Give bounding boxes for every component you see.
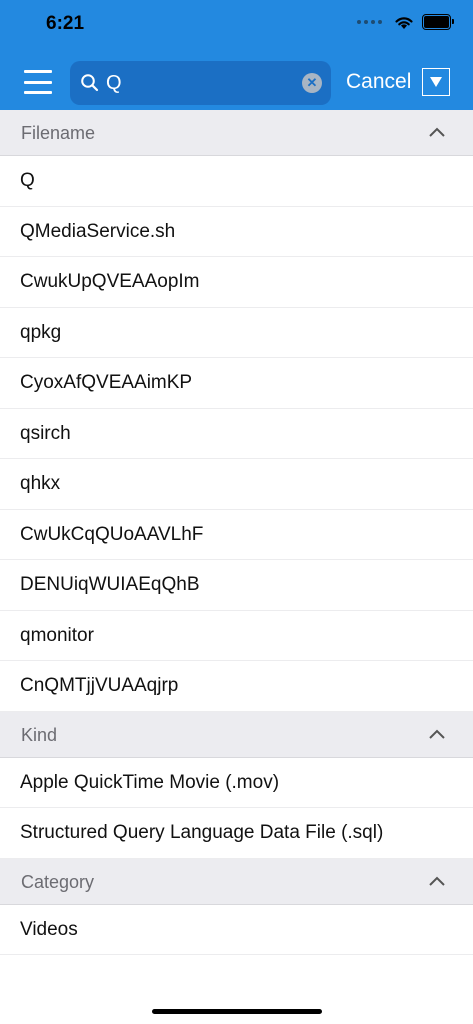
search-field[interactable]: ✕: [70, 61, 331, 105]
list-item[interactable]: CwukUpQVEAAopIm: [0, 257, 473, 308]
chevron-up-icon: [429, 729, 445, 739]
list-item-label: CwUkCqQUoAAVLhF: [20, 523, 204, 545]
hamburger-menu-button[interactable]: [24, 70, 52, 94]
top-bar: 6:21 ✕ Cancel: [0, 0, 473, 110]
list-item[interactable]: QMediaService.sh: [0, 206, 473, 257]
section-header-category[interactable]: Category: [0, 858, 473, 905]
section-header-filename[interactable]: Filename: [0, 110, 473, 156]
list-item-label: CyoxAfQVEAAimKP: [20, 372, 193, 393]
list-item-label: Structured Query Language Data File (.sq…: [20, 822, 384, 843]
section-title: Category: [21, 871, 95, 892]
filter-dropdown-button[interactable]: [422, 68, 450, 96]
cellular-signal-icon: [357, 20, 382, 24]
battery-icon: [422, 14, 454, 30]
list-item-label: qpkg: [20, 321, 62, 343]
chevron-up-icon: [429, 127, 445, 137]
list-item[interactable]: DENUiqWUIAEqQhB: [0, 560, 473, 611]
list-item-label: qsirch: [20, 422, 71, 444]
status-indicators: [357, 14, 454, 30]
list-item[interactable]: qpkg: [0, 307, 473, 358]
status-time: 6:21: [46, 13, 85, 34]
section-title: Kind: [21, 724, 58, 745]
cancel-button[interactable]: Cancel: [346, 70, 411, 94]
list-item[interactable]: CnQMTjjVUAAqjrp: [0, 661, 473, 712]
list-item-label: qhkx: [20, 473, 61, 494]
list-item-label: DENUiqWUIAEqQhB: [20, 574, 200, 595]
list-item[interactable]: Apple QuickTime Movie (.mov): [0, 757, 473, 808]
list-item[interactable]: qsirch: [0, 408, 473, 459]
section-title: Filename: [21, 123, 96, 143]
list-item[interactable]: CyoxAfQVEAAimKP: [0, 358, 473, 409]
list-item[interactable]: Videos: [0, 904, 473, 955]
list-item-label: Apple QuickTime Movie (.mov): [20, 771, 280, 793]
search-results-list: Filename Q QMediaService.sh CwukUpQVEAAo…: [0, 110, 473, 955]
section-header-kind[interactable]: Kind: [0, 711, 473, 758]
list-item-label: Q: [20, 170, 35, 191]
list-item-label: QMediaService.sh: [20, 220, 176, 242]
list-item-label: Videos: [20, 918, 78, 940]
list-item[interactable]: qhkx: [0, 459, 473, 510]
triangle-down-icon: [430, 77, 442, 87]
wifi-icon: [395, 16, 413, 29]
list-item-label: qmonitor: [20, 624, 94, 646]
search-icon: [81, 74, 99, 92]
list-item-label: CwukUpQVEAAopIm: [20, 271, 200, 292]
clear-search-icon[interactable]: ✕: [302, 73, 322, 93]
list-item[interactable]: Q: [0, 156, 473, 207]
list-item[interactable]: qmonitor: [0, 610, 473, 661]
chevron-up-icon: [429, 876, 445, 886]
list-item[interactable]: CwUkCqQUoAAVLhF: [0, 509, 473, 560]
search-input[interactable]: [106, 61, 296, 105]
list-item-label: CnQMTjjVUAAqjrp: [20, 675, 179, 696]
home-indicator[interactable]: [152, 1009, 322, 1014]
list-item[interactable]: Structured Query Language Data File (.sq…: [0, 808, 473, 859]
